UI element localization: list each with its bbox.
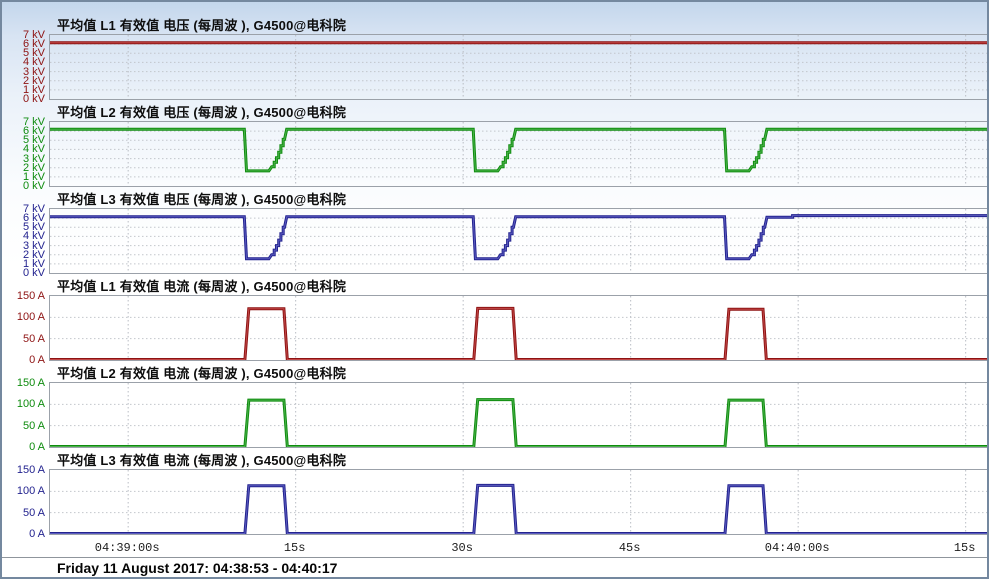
y-tick-label-l3-current: 150 A [2,465,45,475]
y-tick-label-l3-current: 100 A [2,486,45,496]
time-axis: 04:39:00s 15s 30s 45s 04:40:00s 15s [2,541,989,557]
x-tick-label: 04:39:00s [67,541,187,555]
plot-l2-voltage[interactable] [49,121,989,187]
chart-panel-l3-voltage: 平均值 L3 有效值 电压 (每周波 ), G4500@电科院 7 kV6 kV… [2,188,989,275]
chart-panel-l1-voltage: 平均值 L1 有效值 电压 (每周波 ), G4500@电科院 7 kV6 kV… [2,14,989,101]
status-time-range: Friday 11 August 2017: 04:38:53 - 04:40:… [57,560,337,576]
waveform-svg-l1-current [50,296,988,360]
y-tick-label-l2-current: 150 A [2,378,45,388]
y-tick-label-l2-current: 50 A [2,421,45,431]
plot-l3-current[interactable] [49,469,989,535]
waveform-svg-l2-voltage [50,122,988,186]
y-tick-label-l1-current: 100 A [2,312,45,322]
chart-title-l2-voltage: 平均值 L2 有效值 电压 (每周波 ), G4500@电科院 [57,102,346,121]
y-tick-label-l1-current: 150 A [2,291,45,301]
status-bar: Friday 11 August 2017: 04:38:53 - 04:40:… [2,557,989,578]
chart-title-l3-voltage: 平均值 L3 有效值 电压 (每周波 ), G4500@电科院 [57,189,346,208]
plot-l2-current[interactable] [49,382,989,448]
y-tick-label-l1-current: 50 A [2,334,45,344]
plot-l1-current[interactable] [49,295,989,361]
waveform-viewer-window: 平均值 L1 有效值 电压 (每周波 ), G4500@电科院 7 kV6 kV… [0,0,989,579]
chart-title-l2-current: 平均值 L2 有效值 电流 (每周波 ), G4500@电科院 [57,363,346,382]
chart-panel-l3-current: 平均值 L3 有效值 电流 (每周波 ), G4500@电科院 150 A 100… [2,449,989,536]
y-tick-label-l2-current: 100 A [2,399,45,409]
waveform-svg-l3-current [50,470,988,534]
waveform-svg-l1-voltage [50,35,988,99]
x-tick-label: 45s [570,541,690,555]
chart-title-l1-current: 平均值 L1 有效值 电流 (每周波 ), G4500@电科院 [57,276,346,295]
chart-title-l3-current: 平均值 L3 有效值 电流 (每周波 ), G4500@电科院 [57,450,346,469]
chart-panel-l2-current: 平均值 L2 有效值 电流 (每周波 ), G4500@电科院 150 A 100… [2,362,989,449]
x-tick-label: 15s [905,541,989,555]
plot-l1-voltage[interactable] [49,34,989,100]
x-tick-label: 15s [235,541,355,555]
waveform-svg-l2-current [50,383,988,447]
chart-title-l1-voltage: 平均值 L1 有效值 电压 (每周波 ), G4500@电科院 [57,15,346,34]
plot-l3-voltage[interactable] [49,208,989,274]
y-tick-label-l3-current: 50 A [2,508,45,518]
chart-panel-l1-current: 平均值 L1 有效值 电流 (每周波 ), G4500@电科院 150 A 100… [2,275,989,362]
chart-panel-l2-voltage: 平均值 L2 有效值 电压 (每周波 ), G4500@电科院 7 kV6 kV… [2,101,989,188]
x-tick-label: 04:40:00s [737,541,857,555]
y-tick-label-l3-current: 0 A [2,529,45,539]
waveform-svg-l3-voltage [50,209,988,273]
x-tick-label: 30s [402,541,522,555]
